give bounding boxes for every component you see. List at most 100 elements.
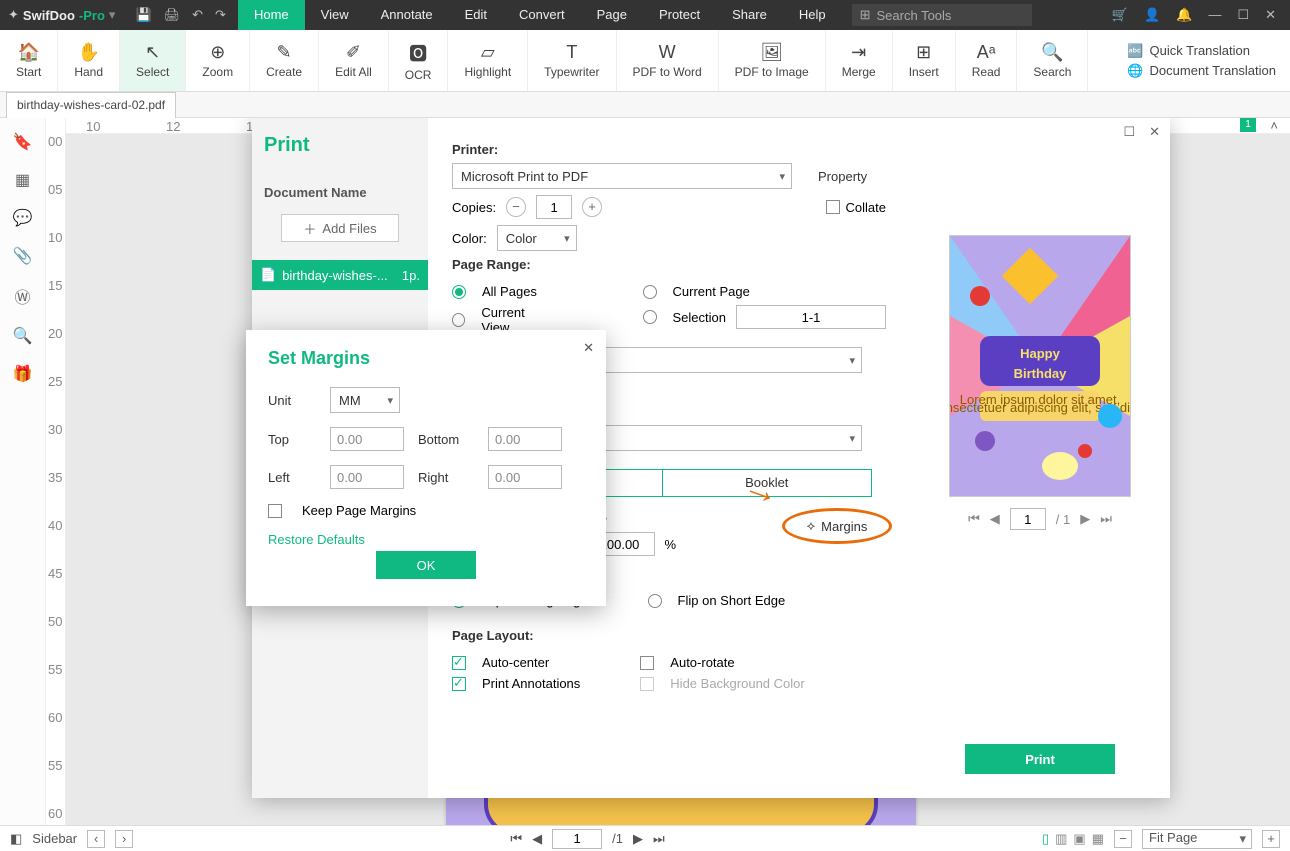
bookmark-icon[interactable]: 🔖 — [13, 132, 33, 152]
zoom-in-button[interactable]: + — [1262, 830, 1280, 848]
dialog-close-icon[interactable]: ✕ — [1149, 124, 1160, 140]
gift-icon[interactable]: 🎁 — [13, 364, 33, 384]
menu-home[interactable]: Home — [238, 0, 305, 30]
dialog-maximize-icon[interactable]: ☐ — [1123, 124, 1135, 140]
menu-page[interactable]: Page — [581, 0, 643, 30]
search-tools[interactable]: ⊞ Search Tools — [852, 4, 1032, 26]
sb-next-section[interactable]: › — [115, 830, 133, 848]
print-icon[interactable]: 🖨 — [164, 7, 181, 23]
quick-translation-button[interactable]: 🔤Quick Translation — [1127, 43, 1276, 59]
menu-edit[interactable]: Edit — [449, 0, 503, 30]
all-pages-radio[interactable] — [452, 285, 466, 299]
ribbon-select[interactable]: ↖Select — [120, 30, 186, 91]
bottom-input[interactable] — [488, 427, 562, 451]
copies-decrease-button[interactable]: − — [506, 197, 526, 217]
word-icon[interactable]: Ⓦ — [14, 284, 30, 308]
comments-icon[interactable]: 💬 — [13, 208, 33, 228]
copies-input[interactable] — [536, 195, 572, 219]
ribbon-read[interactable]: AᵃRead — [956, 30, 1018, 91]
undo-icon[interactable]: ↶ — [192, 7, 203, 23]
copies-increase-button[interactable]: + — [582, 197, 602, 217]
ribbon-search[interactable]: 🔍Search — [1017, 30, 1088, 91]
zoom-out-button[interactable]: − — [1114, 830, 1132, 848]
keep-margins-checkbox[interactable] — [268, 504, 282, 518]
ribbon-typewriter[interactable]: TTypewriter — [528, 30, 616, 91]
bell-icon[interactable]: 🔔 — [1176, 7, 1192, 23]
print-annotations-checkbox[interactable] — [452, 677, 466, 691]
sb-last-icon[interactable]: ⏭ — [653, 831, 665, 847]
thumbnails-icon[interactable]: ▦ — [15, 170, 30, 190]
margins-close-icon[interactable]: ✕ — [583, 340, 594, 356]
view-single-icon[interactable]: ▯ — [1042, 831, 1049, 847]
sb-prev-section[interactable]: ‹ — [87, 830, 105, 848]
pager-last-icon[interactable]: ⏭ — [1100, 511, 1112, 527]
selection-radio[interactable] — [643, 310, 657, 324]
document-tab[interactable]: birthday-wishes-card-02.pdf — [6, 92, 176, 118]
collate-checkbox[interactable] — [826, 200, 840, 214]
left-input[interactable] — [330, 465, 404, 489]
sb-page-input[interactable] — [552, 829, 602, 849]
add-files-button[interactable]: ＋Add Files — [281, 214, 399, 242]
color-select[interactable]: Color — [497, 225, 577, 251]
ribbon-pdf-to-word[interactable]: WPDF to Word — [617, 30, 719, 91]
preview-thumbnail: HappyBirthdayLorem ipsum dolor sit amet,… — [950, 236, 1130, 496]
restore-defaults-link[interactable]: Restore Defaults — [268, 532, 584, 547]
maximize-icon[interactable]: ☐ — [1237, 7, 1249, 23]
current-page-radio[interactable] — [643, 285, 657, 299]
pager-first-icon[interactable]: ⏮ — [968, 511, 980, 527]
document-translation-button[interactable]: 🌐Document Translation — [1127, 63, 1276, 79]
view-continuous-icon[interactable]: ▥ — [1055, 831, 1067, 847]
cart-icon[interactable]: 🛒 — [1112, 7, 1128, 23]
menu-view[interactable]: View — [305, 0, 365, 30]
ribbon-create[interactable]: ✎Create — [250, 30, 319, 91]
pager-input[interactable] — [1010, 508, 1046, 530]
auto-center-checkbox[interactable] — [452, 656, 466, 670]
auto-rotate-checkbox[interactable] — [640, 656, 654, 670]
menu-protect[interactable]: Protect — [643, 0, 716, 30]
ribbon-edit-all[interactable]: ✐Edit All — [319, 30, 389, 91]
sidebar-toggle-icon[interactable]: ◧ — [10, 831, 22, 847]
unit-select[interactable]: MM — [330, 387, 400, 413]
save-icon[interactable]: 💾 — [135, 7, 151, 23]
ribbon-insert[interactable]: ⊞Insert — [893, 30, 956, 91]
file-row[interactable]: 📄 birthday-wishes-... 1p. — [252, 260, 428, 290]
user-icon[interactable]: 👤 — [1144, 7, 1160, 23]
current-view-radio[interactable] — [452, 313, 465, 327]
ribbon-start[interactable]: 🏠Start — [0, 30, 58, 91]
printer-property-link[interactable]: Property — [818, 169, 867, 184]
sb-prev-icon[interactable]: ◀ — [532, 831, 542, 847]
attachments-icon[interactable]: 📎 — [13, 246, 33, 266]
ribbon-zoom[interactable]: ⊕Zoom — [186, 30, 250, 91]
selection-range-input[interactable] — [736, 305, 886, 329]
pager-prev-icon[interactable]: ◀ — [990, 511, 1000, 527]
margins-ok-button[interactable]: OK — [376, 551, 476, 579]
ribbon-ocr[interactable]: 🅾OCR — [389, 30, 449, 91]
ribbon-highlight[interactable]: ▱Highlight — [448, 30, 528, 91]
zoom-select[interactable]: Fit Page — [1142, 829, 1252, 849]
ribbon-hand[interactable]: ✋Hand — [58, 30, 120, 91]
menu-convert[interactable]: Convert — [503, 0, 581, 30]
view-book-icon[interactable]: ▦ — [1092, 831, 1104, 847]
search-panel-icon[interactable]: 🔍 — [13, 326, 33, 346]
right-input[interactable] — [488, 465, 562, 489]
sb-next-icon[interactable]: ▶ — [633, 831, 643, 847]
top-input[interactable] — [330, 427, 404, 451]
close-icon[interactable]: ✕ — [1265, 7, 1276, 23]
menu-annotate[interactable]: Annotate — [365, 0, 449, 30]
margins-button[interactable]: ⟡ Margins — [782, 508, 892, 544]
pdf-to-word-icon: W — [659, 42, 676, 63]
view-facing-icon[interactable]: ▣ — [1073, 831, 1085, 847]
sb-first-icon[interactable]: ⏮ — [510, 831, 522, 847]
redo-icon[interactable]: ↷ — [215, 7, 226, 23]
menu-help[interactable]: Help — [783, 0, 842, 30]
printer-select[interactable]: Microsoft Print to PDF — [452, 163, 792, 189]
flip-short-radio[interactable] — [648, 594, 662, 608]
print-button[interactable]: Print — [965, 744, 1115, 774]
ribbon-merge[interactable]: ⇥Merge — [826, 30, 893, 91]
pager-total: / 1 — [1056, 512, 1070, 527]
ribbon-pdf-to-image[interactable]: 🖼PDF to Image — [719, 30, 826, 91]
menu-share[interactable]: Share — [716, 0, 783, 30]
pager-next-icon[interactable]: ▶ — [1080, 511, 1090, 527]
ruler-chevron-icon[interactable]: ˄ — [1270, 118, 1278, 133]
minimize-icon[interactable]: — — [1208, 7, 1221, 23]
